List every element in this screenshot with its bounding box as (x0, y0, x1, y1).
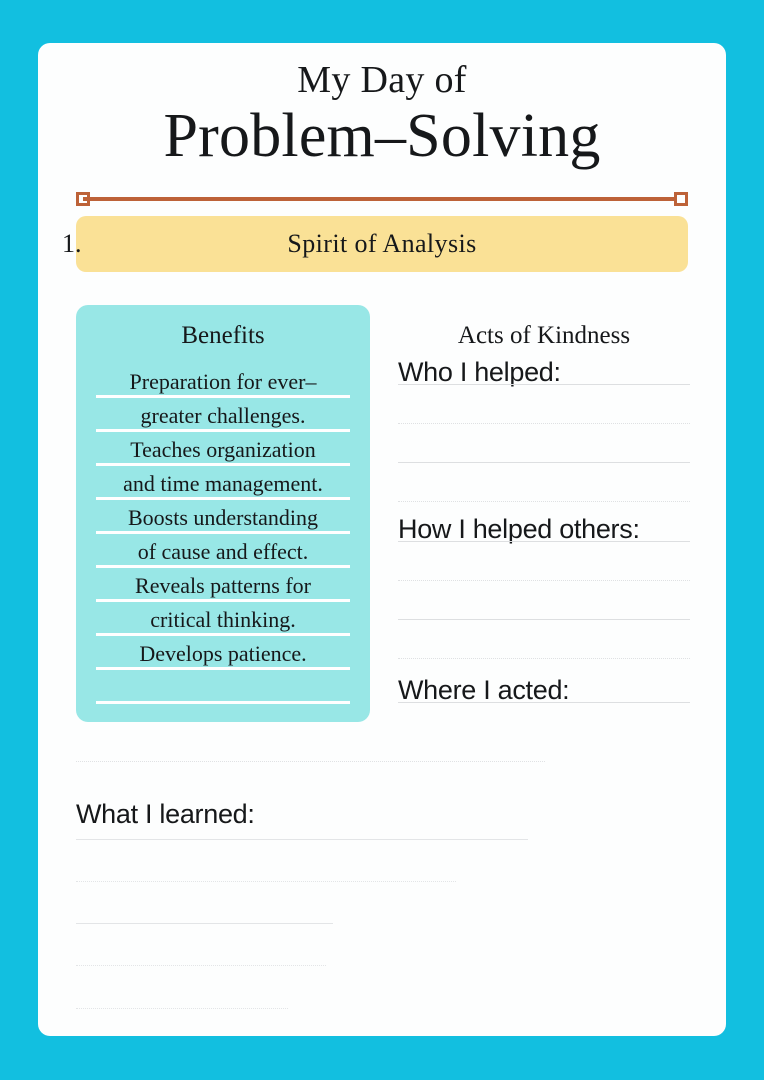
divider-bar (83, 197, 681, 201)
benefits-line-text: critical thinking. (96, 605, 350, 635)
kindness-write-line[interactable] (398, 462, 690, 463)
bottom-section-divider (76, 761, 545, 762)
benefits-line-text: and time management. (96, 469, 350, 499)
benefits-line-text: Preparation for ever– (96, 367, 350, 397)
kindness-write-line[interactable] (398, 619, 690, 620)
kindness-write-line[interactable] (398, 580, 690, 581)
kindness-write-line[interactable] (398, 501, 690, 502)
section-number: 1. (62, 229, 82, 259)
kindness-write-line[interactable] (398, 384, 690, 385)
what-i-learned-label: What I learned: (76, 799, 255, 830)
acts-of-kindness-title: Acts of Kindness (398, 305, 690, 350)
benefits-line: Preparation for ever– (96, 367, 350, 401)
benefits-line-text: Boosts understanding (96, 503, 350, 533)
benefits-title: Benefits (76, 305, 370, 350)
benefits-line-text: Reveals patterns for (96, 571, 350, 601)
what-i-learned-write-line[interactable] (76, 881, 456, 882)
benefits-line: of cause and effect. (96, 537, 350, 571)
benefits-line: Teaches organization (96, 435, 350, 469)
acts-of-kindness-section: Acts of Kindness Who I helped:How I help… (398, 305, 690, 722)
kindness-write-line[interactable] (398, 423, 690, 424)
benefits-line: Boosts understanding (96, 503, 350, 537)
page-title: My Day of Problem–Solving (38, 61, 726, 175)
kindness-write-line[interactable] (398, 541, 690, 542)
what-i-learned-write-line[interactable] (76, 1008, 288, 1009)
benefits-line: Reveals patterns for (96, 571, 350, 605)
title-main: Problem–Solving (38, 99, 726, 175)
what-i-learned-write-line[interactable] (76, 965, 326, 966)
divider-square-right-icon (674, 192, 688, 206)
benefits-line-list: Preparation for ever– greater challenges.… (96, 367, 350, 707)
what-i-learned-write-line[interactable] (76, 839, 528, 840)
worksheet-page: My Day of Problem–Solving 1. Spirit of A… (38, 43, 726, 1036)
kindness-write-line[interactable] (398, 658, 690, 659)
section-banner: Spirit of Analysis (76, 216, 688, 272)
benefits-line: critical thinking. (96, 605, 350, 639)
benefits-line-text: Develops patience. (96, 639, 350, 669)
benefits-line (96, 673, 350, 707)
content-columns: Benefits Preparation for ever– greater ch… (38, 305, 726, 725)
kindness-write-line[interactable] (398, 702, 690, 703)
section-banner-label: Spirit of Analysis (287, 229, 476, 259)
title-eyebrow: My Day of (38, 61, 726, 99)
benefits-line-text: Teaches organization (96, 435, 350, 465)
benefits-line: and time management. (96, 469, 350, 503)
section-banner-row: 1. Spirit of Analysis (38, 216, 726, 272)
title-divider (76, 192, 688, 206)
benefits-card: Benefits Preparation for ever– greater ch… (76, 305, 370, 722)
benefits-line: greater challenges. (96, 401, 350, 435)
benefits-line-text: greater challenges. (96, 401, 350, 431)
benefits-line-text: of cause and effect. (96, 537, 350, 567)
benefits-line: Develops patience. (96, 639, 350, 673)
what-i-learned-write-line[interactable] (76, 923, 333, 924)
